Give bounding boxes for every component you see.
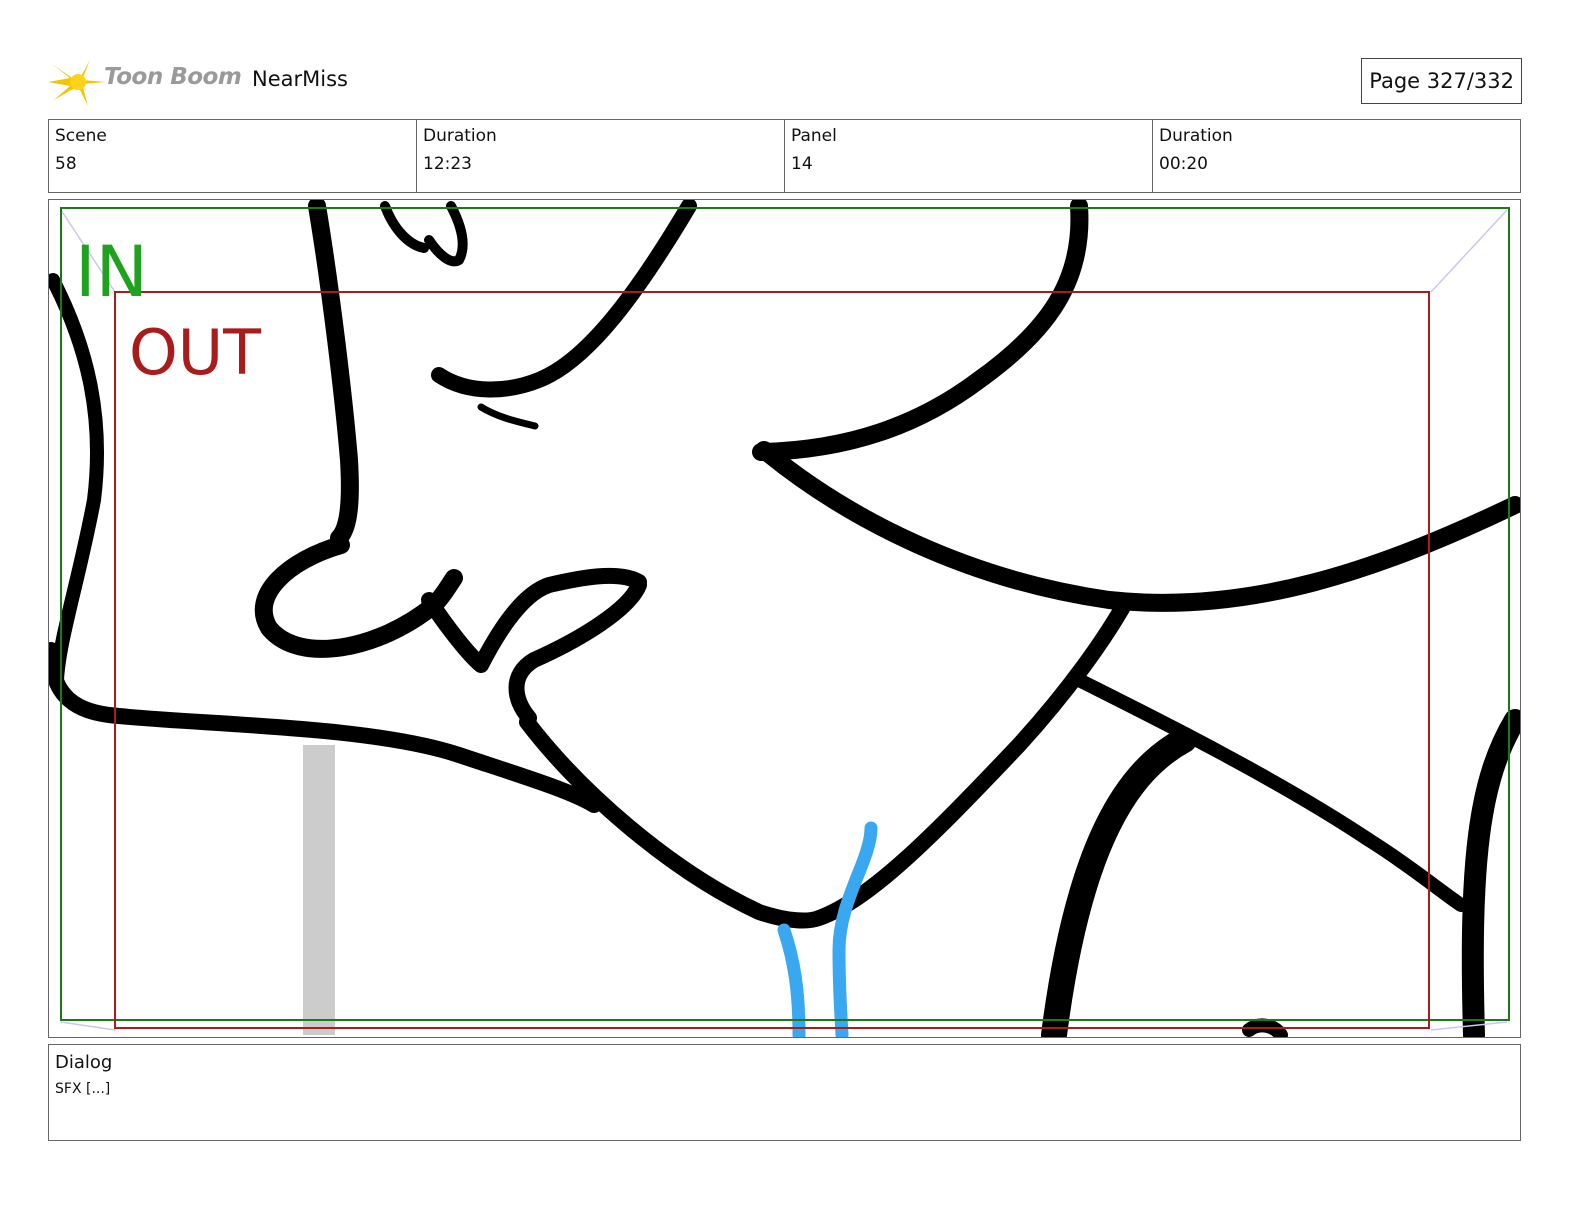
gray-bar [303,745,335,1035]
sketch-strokes [49,200,1520,1037]
page-header: Toon Boom NearMiss Page 327/332 [48,52,1540,108]
scene-label: Scene [55,126,107,146]
in-frame [60,207,1510,1021]
toon-boom-logo-icon [48,60,106,106]
scene-duration-label: Duration [423,126,497,146]
out-label: OUT [129,316,262,389]
dialog-label: Dialog [55,1052,113,1073]
scene-value: 58 [55,154,77,174]
page-number: Page 327/332 [1361,58,1522,104]
panel-value: 14 [791,154,813,174]
dialog-text: SFX [...] [55,1081,111,1097]
panel-drawing: IN OUT [49,200,1520,1037]
dialog-box: Dialog SFX [...] [48,1044,1521,1141]
panel-label: Panel [791,126,837,146]
scene-cell: Scene 58 [49,120,416,192]
brand-name: Toon Boom [104,64,242,90]
panel-duration-label: Duration [1159,126,1233,146]
blue-strokes [777,821,878,1037]
corner-guides [60,209,1508,1031]
panel-duration-value: 00:20 [1159,154,1208,174]
scene-duration-value: 12:23 [423,154,472,174]
panel-info-table: Scene 58 Duration 12:23 Panel 14 Duratio… [48,119,1521,193]
panel-cell: Panel 14 [784,120,1152,192]
project-title: NearMiss [252,67,348,91]
scene-duration-cell: Duration 12:23 [416,120,784,192]
in-label: IN [75,231,148,313]
storyboard-panel: IN OUT [48,199,1521,1038]
panel-duration-cell: Duration 00:20 [1152,120,1520,192]
